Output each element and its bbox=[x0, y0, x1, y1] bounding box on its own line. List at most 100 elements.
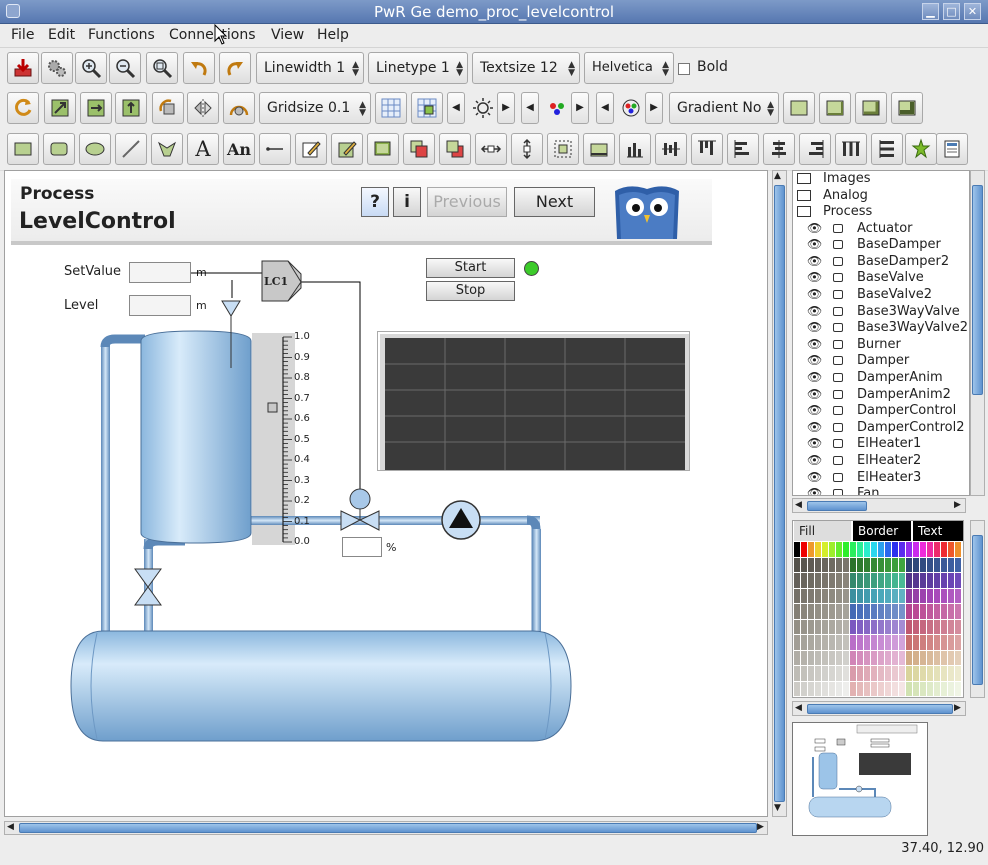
color-swatch[interactable] bbox=[801, 681, 808, 697]
color-swatch[interactable] bbox=[843, 666, 850, 682]
color-swatch[interactable] bbox=[801, 619, 808, 635]
color-swatch[interactable] bbox=[815, 588, 822, 604]
zoom-in-button[interactable] bbox=[75, 52, 107, 84]
color-swatch[interactable] bbox=[927, 542, 934, 558]
color-swatch[interactable] bbox=[913, 635, 920, 651]
color-tone-increase-button[interactable]: ▶ bbox=[571, 92, 589, 124]
color-swatch[interactable] bbox=[857, 666, 864, 682]
color-swatch[interactable] bbox=[920, 557, 927, 573]
color-swatch[interactable] bbox=[899, 542, 906, 558]
color-swatch[interactable] bbox=[815, 619, 822, 635]
color-swatch[interactable] bbox=[808, 604, 815, 620]
color-swatch[interactable] bbox=[899, 650, 906, 666]
move-horizontal-button[interactable] bbox=[475, 133, 507, 165]
color-swatch[interactable] bbox=[857, 635, 864, 651]
color-swatch[interactable] bbox=[878, 557, 885, 573]
color-swatch[interactable] bbox=[941, 681, 948, 697]
bold-checkbox[interactable] bbox=[678, 63, 690, 75]
color-swatch[interactable] bbox=[843, 588, 850, 604]
graph-canvas[interactable]: Process LevelControl ? i Previous Next S… bbox=[4, 170, 768, 817]
color-swatch[interactable] bbox=[836, 681, 843, 697]
canvas-horizontal-scrollbar[interactable]: ◀ ▶ bbox=[4, 821, 768, 835]
color-swatch[interactable] bbox=[906, 666, 913, 682]
draw-line-button[interactable] bbox=[115, 133, 147, 165]
color-swatch[interactable] bbox=[948, 573, 955, 589]
color-swatch[interactable] bbox=[850, 588, 857, 604]
color-swatch[interactable] bbox=[927, 666, 934, 682]
color-swatch[interactable] bbox=[878, 681, 885, 697]
color-swatch[interactable] bbox=[927, 573, 934, 589]
color-swatch[interactable] bbox=[941, 650, 948, 666]
color-swatch[interactable] bbox=[857, 681, 864, 697]
color-swatch[interactable] bbox=[955, 604, 962, 620]
color-swatch[interactable] bbox=[899, 681, 906, 697]
color-swatch[interactable] bbox=[934, 604, 941, 620]
color-swatch[interactable] bbox=[822, 666, 829, 682]
select-area-button[interactable] bbox=[547, 133, 579, 165]
palette-tab-text[interactable]: Text bbox=[913, 521, 963, 541]
color-swatch[interactable] bbox=[857, 619, 864, 635]
color-swatch[interactable] bbox=[906, 604, 913, 620]
color-swatch[interactable] bbox=[864, 557, 871, 573]
font-select[interactable]: Helvetica ▲ ▼ bbox=[584, 52, 674, 84]
scroll-right-icon[interactable]: ▶ bbox=[757, 822, 764, 832]
color-swatch[interactable] bbox=[829, 542, 836, 558]
color-swatch[interactable] bbox=[836, 635, 843, 651]
color-swatch[interactable] bbox=[913, 681, 920, 697]
tree-scroll-left-icon[interactable]: ◀ bbox=[795, 500, 802, 510]
color-swatch[interactable] bbox=[829, 650, 836, 666]
color-swatch[interactable] bbox=[801, 635, 808, 651]
color-swatch[interactable] bbox=[850, 619, 857, 635]
color-swatch[interactable] bbox=[948, 619, 955, 635]
zoom-reset-button[interactable] bbox=[146, 52, 178, 84]
color-swatch[interactable] bbox=[934, 619, 941, 635]
color-swatch[interactable] bbox=[850, 557, 857, 573]
scroll-left-icon[interactable]: ◀ bbox=[7, 822, 14, 832]
color-swatch[interactable] bbox=[794, 650, 801, 666]
color-swatch[interactable] bbox=[808, 650, 815, 666]
rotate-button[interactable] bbox=[152, 92, 184, 124]
scroll-down-icon[interactable]: ▼ bbox=[774, 803, 781, 813]
color-swatch[interactable] bbox=[878, 542, 885, 558]
menu-edit[interactable]: Edit bbox=[48, 27, 75, 43]
color-swatch[interactable] bbox=[801, 557, 808, 573]
color-swatch[interactable] bbox=[906, 573, 913, 589]
color-swatch[interactable] bbox=[906, 650, 913, 666]
color-swatch[interactable] bbox=[843, 619, 850, 635]
color-swatch[interactable] bbox=[850, 650, 857, 666]
color-swatch[interactable] bbox=[955, 666, 962, 682]
color-swatch[interactable] bbox=[885, 635, 892, 651]
save-button[interactable] bbox=[7, 52, 39, 84]
color-swatch[interactable] bbox=[899, 573, 906, 589]
color-swatch[interactable] bbox=[913, 557, 920, 573]
color-swatch[interactable] bbox=[878, 650, 885, 666]
color-swatch[interactable] bbox=[871, 557, 878, 573]
color-swatch[interactable] bbox=[885, 666, 892, 682]
color-swatch[interactable] bbox=[906, 635, 913, 651]
color-swatch[interactable] bbox=[934, 681, 941, 697]
color-swatch[interactable] bbox=[808, 588, 815, 604]
tree-vertical-thumb[interactable] bbox=[972, 185, 983, 395]
color-swatch[interactable] bbox=[843, 604, 850, 620]
color-swatch[interactable] bbox=[906, 542, 913, 558]
color-swatch[interactable] bbox=[836, 573, 843, 589]
color-swatch[interactable] bbox=[829, 573, 836, 589]
color-swatch[interactable] bbox=[941, 666, 948, 682]
color-swatch[interactable] bbox=[892, 666, 899, 682]
canvas-vertical-thumb[interactable] bbox=[774, 185, 785, 802]
color-swatch[interactable] bbox=[948, 635, 955, 651]
color-swatch[interactable] bbox=[864, 542, 871, 558]
color-swatch[interactable] bbox=[822, 557, 829, 573]
color-swatch[interactable] bbox=[927, 557, 934, 573]
palette-scroll-left-icon[interactable]: ◀ bbox=[795, 703, 802, 713]
scale-button[interactable] bbox=[44, 92, 76, 124]
color-swatch[interactable] bbox=[892, 681, 899, 697]
color-swatch[interactable] bbox=[801, 542, 808, 558]
color-swatch[interactable] bbox=[906, 588, 913, 604]
color-swatch[interactable] bbox=[948, 588, 955, 604]
align-box-button[interactable] bbox=[583, 133, 615, 165]
color-swatch[interactable] bbox=[934, 542, 941, 558]
color-swatch[interactable] bbox=[878, 666, 885, 682]
align-center-horizontal-button[interactable] bbox=[655, 133, 687, 165]
color-swatch[interactable] bbox=[892, 635, 899, 651]
